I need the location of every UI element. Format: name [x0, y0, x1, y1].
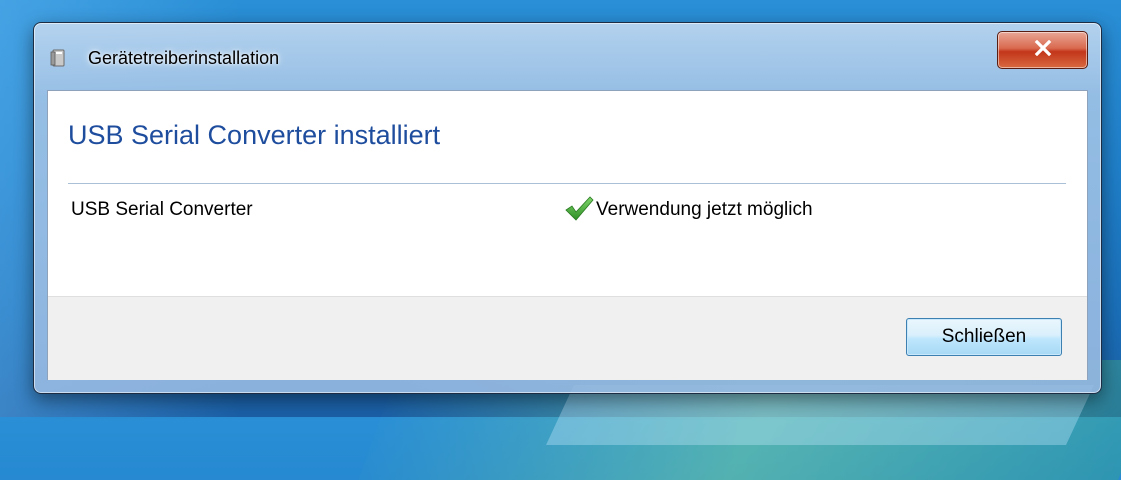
- device-status: Verwendung jetzt möglich: [564, 195, 813, 225]
- window-close-button[interactable]: [997, 31, 1088, 69]
- device-name: USB Serial Converter: [71, 199, 253, 220]
- heading-divider: [68, 183, 1066, 184]
- close-icon: [1034, 39, 1052, 60]
- install-heading: USB Serial Converter installiert: [68, 120, 441, 150]
- device-icon: [49, 49, 67, 67]
- dialog-footer: Schließen: [48, 296, 1087, 380]
- driver-install-dialog: Gerätetreiberinstallation USB Serial Con…: [33, 22, 1102, 394]
- status-text: Verwendung jetzt möglich: [596, 199, 813, 220]
- close-button[interactable]: Schließen: [906, 318, 1062, 356]
- window-title: Gerätetreiberinstallation: [88, 48, 280, 68]
- checkmark-icon: [564, 195, 594, 225]
- dialog-content: USB Serial Converter installiert USB Ser…: [47, 90, 1088, 380]
- desktop-background-swoosh-highlight: [546, 385, 1094, 445]
